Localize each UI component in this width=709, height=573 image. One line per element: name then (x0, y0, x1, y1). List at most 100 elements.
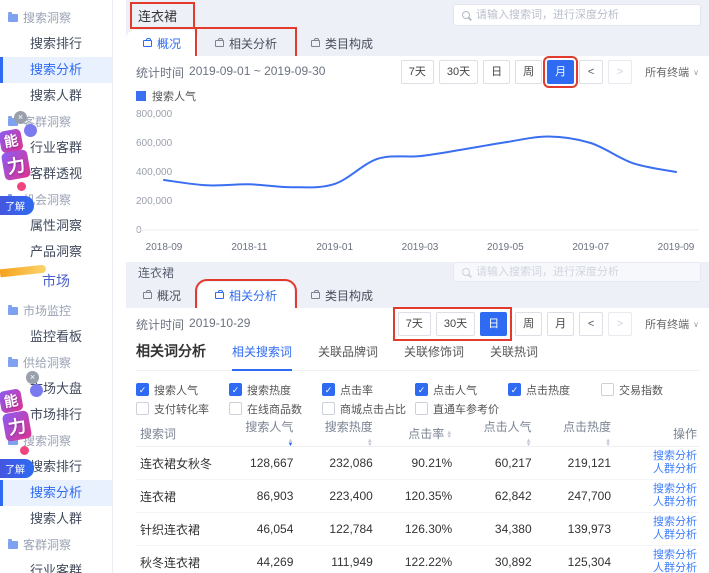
promo-ball-decoration (24, 124, 37, 137)
next-period-button[interactable]: > (608, 312, 632, 336)
tab-label: 概况 (157, 287, 181, 304)
checkbox-item[interactable]: 搜索人气 (136, 380, 229, 399)
sidebar-item[interactable]: 供给洞察 (0, 350, 112, 376)
terminal-dropdown[interactable]: 所有终端 (645, 316, 699, 332)
search-input[interactable] (476, 9, 692, 21)
tab[interactable]: 概况 (126, 282, 198, 308)
next-period-button[interactable]: > (608, 60, 632, 84)
range-button[interactable]: 周 (515, 312, 542, 336)
checkbox-item[interactable]: 交易指数 (601, 380, 694, 399)
stat-time-value: 2019-09-01 ~ 2019-09-30 (189, 64, 325, 81)
sidebar-item[interactable]: 搜索分析 (0, 57, 112, 83)
range-button[interactable]: 30天 (439, 60, 478, 84)
subtab[interactable]: 关联修饰词 (404, 343, 464, 370)
tab[interactable]: 类目构成 (294, 30, 390, 56)
checkbox-item[interactable]: 在线商品数 (229, 399, 322, 418)
cell-keyword: 针织连衣裙 (136, 521, 240, 538)
crowd-analysis-link[interactable]: 人群分析 (653, 529, 697, 542)
cell-search-popularity: 86,903 (240, 489, 319, 503)
crowd-analysis-link[interactable]: 人群分析 (653, 562, 697, 573)
sort-icon (367, 439, 373, 447)
table-column-header[interactable]: 搜索人气 (240, 418, 319, 449)
table-column-header[interactable]: 搜索词 (136, 425, 240, 442)
promo-cta-button[interactable]: 了解 (0, 459, 34, 478)
top-screenshot: 搜索洞察 搜索排行 搜索分析 搜索人群 (0, 0, 709, 262)
table-column-header[interactable]: 点击热度 (558, 418, 637, 449)
subtab[interactable]: 相关搜索词 (232, 343, 292, 370)
checkbox-item[interactable]: 商城点击占比 (322, 399, 415, 418)
range-button[interactable]: 月 (547, 312, 574, 336)
sidebar-item[interactable]: 搜索洞察 (0, 5, 112, 31)
sidebar-item[interactable]: 属性洞察 (0, 213, 112, 239)
crowd-analysis-link[interactable]: 人群分析 (653, 463, 697, 476)
checkbox-item[interactable]: 搜索热度 (229, 380, 322, 399)
range-button[interactable]: 周 (515, 60, 542, 84)
promo-cta-button[interactable]: 了解 (0, 196, 34, 215)
bottom-tabs: 概况 相关分析 类目构成 (126, 280, 709, 308)
keyword-search-box[interactable] (453, 262, 701, 282)
sidebar-item[interactable]: 搜索人群 (0, 83, 112, 109)
table-column-header[interactable]: 点击率 (399, 425, 478, 442)
range-button[interactable]: 7天 (398, 312, 431, 336)
checkbox-item[interactable]: 点击率 (322, 380, 415, 399)
sidebar-item[interactable]: 监控看板 (0, 324, 112, 350)
prev-period-button[interactable]: < (579, 312, 603, 336)
prev-period-button[interactable]: < (579, 60, 603, 84)
checkbox-label: 直通车参考价 (433, 401, 499, 417)
table-column-header[interactable]: 点击人气 (478, 418, 557, 449)
checkbox-item[interactable]: 点击热度 (508, 380, 601, 399)
search-analysis-link[interactable]: 搜索分析 (653, 450, 697, 463)
table-body: 连衣裙女秋冬 128,667 232,086 90.21% 60,217 219… (136, 447, 699, 573)
tab[interactable]: 概况 (126, 30, 198, 56)
subtab[interactable]: 关联品牌词 (318, 343, 378, 370)
svg-text:800,000: 800,000 (136, 109, 173, 120)
svg-text:2018-09: 2018-09 (146, 242, 183, 253)
terminal-dropdown[interactable]: 所有终端 (645, 64, 699, 80)
promo-close-icon[interactable]: × (26, 371, 39, 384)
legend-label: 搜索人气 (152, 88, 196, 104)
sidebar-item[interactable]: 产品洞察 (0, 239, 112, 265)
sidebar-item-label: 行业客群 (30, 140, 82, 155)
chart-legend: 搜索人气 (136, 88, 699, 104)
cell-search-popularity: 128,667 (240, 456, 319, 470)
column-label: 点击人气 (484, 420, 532, 434)
range-button[interactable]: 月 (547, 60, 574, 84)
svg-text:2019-01: 2019-01 (316, 242, 353, 253)
checkbox-item[interactable]: 支付转化率 (136, 399, 229, 418)
stat-time-value: 2019-10-29 (189, 316, 250, 333)
search-analysis-link[interactable]: 搜索分析 (653, 483, 697, 496)
cell-keyword: 连衣裙女秋冬 (136, 455, 240, 472)
range-button[interactable]: 30天 (436, 312, 475, 336)
search-input[interactable] (476, 266, 692, 278)
tab[interactable]: 相关分析 (198, 30, 294, 56)
subtab[interactable]: 关联热词 (490, 343, 538, 370)
table-column-header[interactable]: 操作 (637, 425, 699, 442)
crowd-analysis-link[interactable]: 人群分析 (653, 496, 697, 509)
sidebar-item[interactable]: 搜索人群 (0, 506, 112, 532)
keyword-search-box[interactable] (453, 4, 701, 26)
search-analysis-link[interactable]: 搜索分析 (653, 549, 697, 562)
stat-time: 统计时间 2019-09-01 ~ 2019-09-30 (136, 64, 325, 81)
sidebar-item[interactable]: 搜索分析 (0, 480, 112, 506)
table-column-header[interactable]: 搜索热度 (319, 418, 398, 449)
sidebar-item-label: 产品洞察 (30, 244, 82, 259)
range-button[interactable]: 日 (480, 312, 507, 336)
tab[interactable]: 类目构成 (294, 282, 390, 308)
search-analysis-link[interactable]: 搜索分析 (653, 516, 697, 529)
sort-icon (526, 439, 532, 447)
promo-close-icon[interactable]: × (14, 111, 27, 124)
tab[interactable]: 相关分析 (198, 282, 294, 308)
sidebar-item[interactable]: 市场监控 (0, 298, 112, 324)
tab-label: 类目构成 (325, 287, 373, 304)
sidebar-item-label: 搜索分析 (30, 485, 82, 500)
range-button[interactable]: 日 (483, 60, 510, 84)
checkbox-item[interactable]: 点击人气 (415, 380, 508, 399)
range-button[interactable]: 7天 (401, 60, 434, 84)
folder-icon (8, 359, 18, 367)
sidebar-item[interactable]: 行业客群 (0, 558, 112, 573)
sidebar-item[interactable]: 搜索排行 (0, 31, 112, 57)
sidebar-item[interactable]: 客群洞察 (0, 532, 112, 558)
sidebar-item-label: 市场监控 (23, 304, 71, 318)
checkbox-item[interactable]: 直通车参考价 (415, 399, 508, 418)
chevron-down-icon (693, 318, 699, 330)
